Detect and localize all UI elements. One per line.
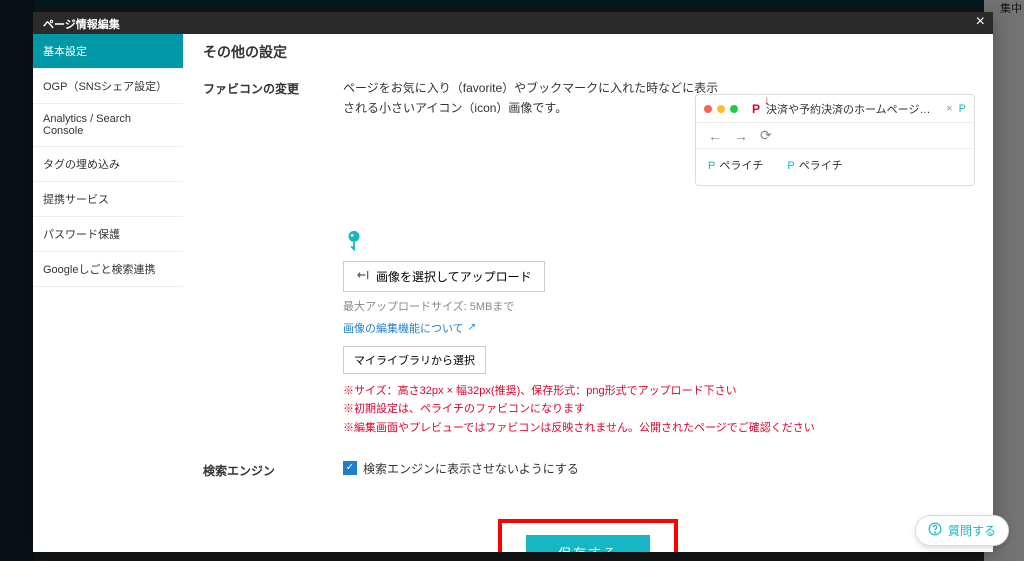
search-engine-checkbox-label: 検索エンジンに表示させないようにする <box>363 460 579 477</box>
modal-sidebar: 基本設定 OGP（SNSシェア設定） Analytics / Search Co… <box>33 12 183 552</box>
tab-close-icon: × <box>946 103 952 115</box>
bookmark-item: Pペライチ <box>787 157 842 173</box>
search-engine-label: 検索エンジン <box>203 460 333 479</box>
sidebar-item-tags[interactable]: タグの埋め込み <box>33 147 183 182</box>
bookmark-item: Pペライチ <box>708 157 763 173</box>
tab-favicon-icon: P <box>752 103 760 115</box>
favicon-description: ページをお気に入り（favorite）やブックマークに入れた時などに表示される小… <box>343 78 723 119</box>
save-button-highlight: 保存する <box>498 519 678 552</box>
help-fab[interactable]: 質問する <box>915 515 1009 546</box>
warning-line: ※編集画面やプレビューではファビコンは反映されません。公開されたページでご確認く… <box>343 419 973 438</box>
nav-reload-icon: ⟳ <box>760 127 772 144</box>
browser-preview-mock: ↓ P 決済や予約決済のホームページ作成 × P ← → ⟳ Pペライチ Pペラ… <box>695 94 975 186</box>
sidebar-item-password[interactable]: パスワード保護 <box>33 217 183 252</box>
help-icon <box>928 522 942 539</box>
tab-favicon-next-icon: P <box>959 103 966 115</box>
search-engine-checkbox[interactable]: ✓ 検索エンジンに表示させないようにする <box>343 460 579 477</box>
arrow-down-icon: ↓ <box>764 93 770 107</box>
sidebar-item-partner[interactable]: 提携サービス <box>33 182 183 217</box>
save-button[interactable]: 保存する <box>526 535 650 552</box>
image-editor-link[interactable]: 画像の編集機能について ↗ <box>343 320 476 336</box>
window-traffic-lights <box>704 105 738 113</box>
modal-main: その他の設定 ファビコンの変更 ページをお気に入り（favorite）やブックマ… <box>183 12 993 552</box>
warning-line: ※サイズ：高さ32px × 幅32px(推奨)、保存形式：png形式でアップロー… <box>343 382 973 401</box>
checkbox-icon: ✓ <box>343 461 357 475</box>
image-editor-link-label: 画像の編集機能について <box>343 320 464 336</box>
sidebar-item-google-jobs[interactable]: Googleしごと検索連携 <box>33 252 183 287</box>
upload-icon <box>356 268 370 285</box>
upload-button-label: 画像を選択してアップロード <box>376 268 532 285</box>
external-link-icon: ↗ <box>468 322 476 333</box>
modal-title: ページ情報編集 <box>33 12 993 34</box>
close-icon[interactable]: × <box>976 14 985 30</box>
sidebar-item-analytics[interactable]: Analytics / Search Console <box>33 104 183 147</box>
sidebar-item-basic[interactable]: 基本設定 <box>33 34 183 69</box>
favicon-thumb-icon <box>343 229 365 251</box>
sidebar-item-ogp[interactable]: OGP（SNSシェア設定） <box>33 69 183 104</box>
favicon-label: ファビコンの変更 <box>203 78 333 97</box>
library-button[interactable]: マイライブラリから選択 <box>343 346 486 374</box>
nav-back-icon: ← <box>708 128 722 144</box>
warning-line: ※初期設定は、ペライチのファビコンになります <box>343 400 973 419</box>
section-title: その他の設定 <box>203 42 973 62</box>
upload-size-note: 最大アップロードサイズ: 5MBまで <box>343 298 973 314</box>
help-fab-label: 質問する <box>948 522 996 539</box>
page-info-modal: ページ情報編集 × 基本設定 OGP（SNSシェア設定） Analytics /… <box>33 12 993 552</box>
nav-forward-icon: → <box>734 128 748 144</box>
favicon-warnings: ※サイズ：高さ32px × 幅32px(推奨)、保存形式：png形式でアップロー… <box>343 382 973 438</box>
upload-button[interactable]: 画像を選択してアップロード <box>343 261 545 292</box>
tab-title: 決済や予約決済のホームページ作成 <box>766 101 940 117</box>
